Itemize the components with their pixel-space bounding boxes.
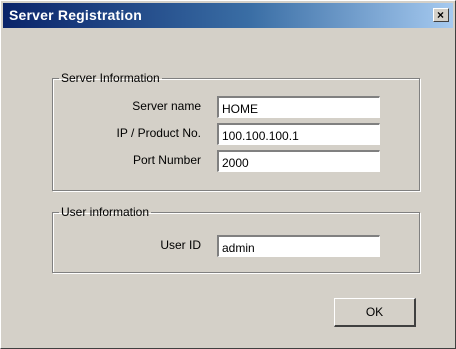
user-id-label: User ID: [160, 238, 201, 252]
port-number-field[interactable]: [217, 150, 380, 172]
user-information-legend: User information: [61, 205, 150, 219]
close-icon: ×: [437, 8, 445, 22]
server-name-field[interactable]: [217, 96, 380, 118]
server-name-label: Server name: [132, 99, 201, 113]
ip-product-field[interactable]: [217, 123, 380, 145]
dialog-title: Server Registration: [9, 7, 142, 23]
port-number-label: Port Number: [132, 153, 201, 167]
server-registration-dialog: Server Registration × Server Information…: [0, 0, 456, 349]
close-button[interactable]: ×: [433, 8, 449, 22]
user-id-field[interactable]: [217, 235, 380, 257]
server-information-legend: Server Information: [61, 71, 160, 85]
ok-button[interactable]: OK: [334, 298, 416, 327]
ip-product-label: IP / Product No.: [116, 126, 202, 140]
title-bar[interactable]: Server Registration ×: [3, 3, 453, 28]
